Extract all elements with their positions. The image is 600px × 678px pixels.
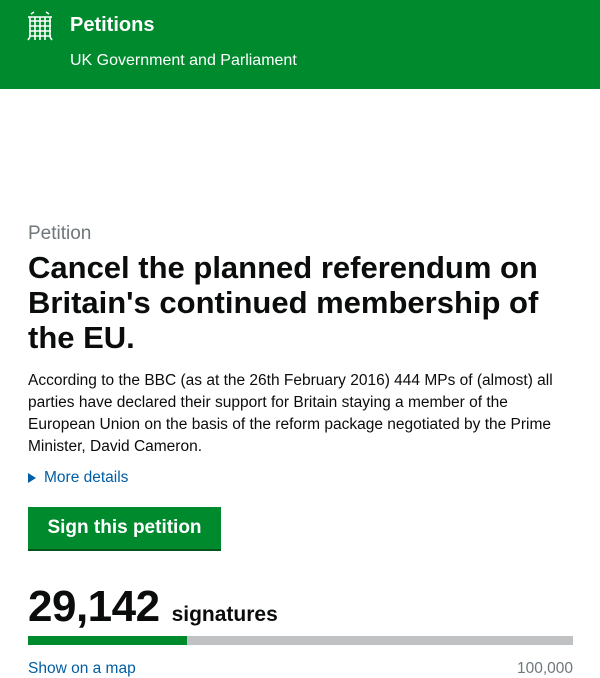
site-subtitle: UK Government and Parliament [70,52,297,69]
signature-count-number: 29,142 [28,582,160,631]
signature-count-label: signatures [171,603,278,626]
site-title[interactable]: Petitions [70,14,154,37]
show-on-map-link[interactable]: Show on a map [28,660,136,678]
petition-description: According to the BBC (as at the 26th Feb… [28,372,553,455]
signature-target: 100,000 [516,660,573,677]
signature-count: 29,142 signatures [28,582,278,632]
page-kicker: Petition [28,223,92,244]
petition-title: Cancel the planned referendum on Britain… [28,250,539,355]
signature-progress-fill [28,636,187,645]
sign-petition-button[interactable]: Sign this petition [28,507,221,551]
more-details-toggle[interactable]: More details [28,469,128,487]
triangle-right-icon [28,473,36,483]
site-header: Petitions UK Government and Parliament [0,0,600,89]
more-details-label[interactable]: More details [44,469,128,487]
signature-progress-bar [28,636,573,645]
portcullis-icon[interactable] [27,11,53,41]
